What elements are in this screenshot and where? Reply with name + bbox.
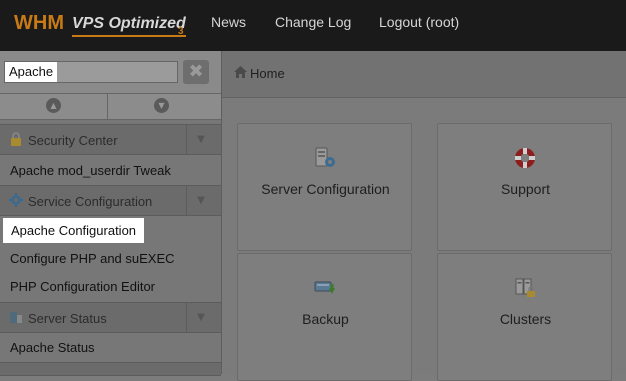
tile-server-configuration-label: Server Configuration	[261, 181, 390, 197]
scroll-up-button[interactable]: ▲	[0, 95, 106, 118]
section-service-configuration[interactable]: Service Configuration ▼	[0, 185, 221, 216]
nav-logout-link[interactable]: Logout (root)	[379, 14, 459, 30]
server-config-icon	[315, 147, 335, 167]
clusters-icon	[515, 278, 535, 297]
chevron-down-icon[interactable]: ▼	[186, 303, 215, 332]
menu-item-php-config-editor[interactable]: PHP Configuration Editor	[10, 279, 155, 294]
search-value[interactable]: Apache	[5, 62, 58, 82]
backup-icon	[314, 281, 335, 294]
menu-item-apache-configuration[interactable]: Apache Configuration	[3, 218, 145, 243]
logo-underline	[72, 35, 186, 37]
tile-server-configuration[interactable]: Server Configuration	[237, 123, 412, 251]
menu-item-configure-php[interactable]: Configure PHP and suEXEC	[10, 251, 175, 266]
lock-icon	[11, 132, 21, 146]
clear-search-button[interactable]: ✖	[183, 60, 209, 84]
tile-clusters[interactable]: Clusters	[437, 253, 612, 381]
section-service-label: Service Configuration	[28, 194, 153, 209]
breadcrumb-home[interactable]: Home	[250, 66, 285, 81]
clear-icon: ✖	[188, 61, 204, 82]
nav-news-link[interactable]: News	[211, 14, 246, 30]
chevron-down-icon[interactable]: ▼	[186, 125, 215, 154]
tile-support-label: Support	[500, 181, 551, 197]
section-security-center[interactable]: Security Center ▼	[0, 124, 221, 155]
tile-backup[interactable]: Backup	[237, 253, 412, 381]
tile-support[interactable]: Support	[437, 123, 612, 251]
logo-whm-text: WHM	[14, 12, 64, 34]
up-arrow-icon: ▲	[46, 98, 61, 113]
down-arrow-icon: ▼	[154, 98, 169, 113]
section-security-label: Security Center	[28, 133, 118, 148]
gear-icon	[9, 193, 23, 207]
tile-clusters-label: Clusters	[499, 311, 552, 327]
nav-changelog-link[interactable]: Change Log	[275, 14, 351, 30]
section-server-status-label: Server Status	[28, 311, 107, 326]
logo-version: 3	[178, 26, 184, 37]
chevron-down-icon[interactable]: ▼	[186, 186, 215, 215]
life-ring-icon	[515, 148, 535, 168]
menu-item-apache-status[interactable]: Apache Status	[10, 340, 95, 355]
menu-item-apache-userdir[interactable]: Apache mod_userdir Tweak	[10, 163, 171, 178]
home-icon[interactable]	[234, 66, 247, 78]
scroll-down-button[interactable]: ▼	[108, 95, 214, 118]
section-server-status[interactable]: Server Status ▼	[0, 302, 221, 333]
server-status-icon	[10, 312, 22, 323]
logo-product-text: VPS Optimized	[72, 15, 186, 32]
tile-backup-label: Backup	[302, 311, 349, 327]
